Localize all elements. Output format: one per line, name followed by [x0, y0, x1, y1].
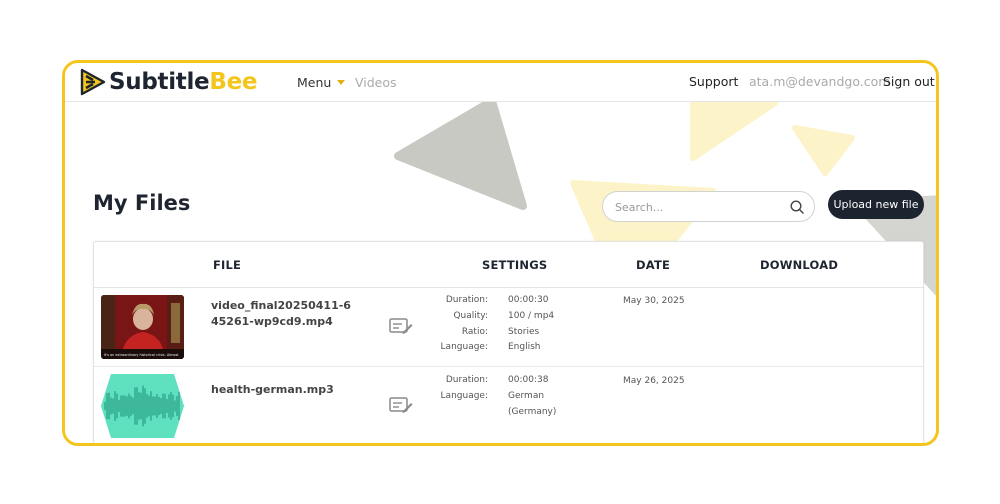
- setting-value: English: [508, 342, 541, 353]
- setting-label: Duration:: [445, 375, 488, 385]
- settings-values: 00:00:30 100 / mp4 Stories English: [508, 293, 588, 356]
- menu-label: Menu: [297, 75, 332, 90]
- setting-label: Language:: [440, 342, 488, 353]
- top-navbar: SubtitleBee Menu Videos Support ata.m@de…: [65, 63, 936, 102]
- settings-labels: Duration: Language:: [414, 373, 488, 405]
- setting-value: 00:00:30: [508, 295, 549, 305]
- thumbnail-caption: It's an extraordinary historical crisis.…: [104, 353, 179, 357]
- nav-support-link[interactable]: Support: [689, 74, 738, 89]
- logo-text-part1: Subtitle: [109, 69, 210, 95]
- menu-dropdown[interactable]: Menu: [297, 75, 346, 90]
- file-name[interactable]: health-german.mp3: [211, 382, 351, 398]
- upload-new-file-button[interactable]: Upload new file: [828, 190, 924, 219]
- edit-subtitle-icon[interactable]: [389, 396, 413, 414]
- settings-values: 00:00:38 German (Germany): [508, 373, 564, 420]
- table-row[interactable]: It's an extraordinary historical crisis.…: [94, 288, 923, 367]
- column-header-download: DOWNLOAD: [760, 258, 839, 272]
- audio-waveform-thumbnail[interactable]: [101, 374, 184, 438]
- setting-label: Language:: [440, 390, 488, 401]
- setting-label: Ratio:: [461, 326, 488, 337]
- settings-labels: Duration: Quality: Ratio: Language:: [414, 293, 488, 356]
- logo-text-part2: Bee: [209, 69, 258, 95]
- column-header-file: FILE: [213, 258, 242, 272]
- file-date: May 30, 2025: [623, 296, 685, 306]
- logo[interactable]: SubtitleBee: [80, 66, 258, 98]
- files-table: FILE SETTINGS DATE DOWNLOAD It's an extr…: [93, 241, 924, 443]
- video-thumbnail-image: It's an extraordinary historical crisis.…: [101, 295, 184, 359]
- video-thumbnail[interactable]: It's an extraordinary historical crisis.…: [101, 295, 184, 359]
- sign-out-link[interactable]: Sign out: [883, 74, 935, 89]
- search-icon[interactable]: [789, 199, 805, 215]
- setting-value: 100 / mp4: [508, 310, 555, 321]
- user-email-link[interactable]: ata.m@devandgo.com: [749, 74, 890, 89]
- edit-subtitle-icon[interactable]: [389, 317, 413, 335]
- column-header-settings: SETTINGS: [482, 258, 548, 272]
- setting-value: German (Germany): [508, 390, 557, 417]
- chevron-down-icon: [337, 80, 346, 85]
- bee-play-icon: [80, 68, 106, 96]
- table-header: FILE SETTINGS DATE DOWNLOAD: [94, 242, 923, 288]
- setting-label: Quality:: [453, 310, 488, 321]
- file-date: May 26, 2025: [623, 376, 685, 386]
- logo-text: SubtitleBee: [109, 69, 258, 95]
- app-window: SubtitleBee Menu Videos Support ata.m@de…: [62, 60, 939, 446]
- setting-value: Stories: [508, 326, 540, 337]
- page-title: My Files: [93, 191, 191, 215]
- setting-label: Duration:: [445, 295, 488, 305]
- search-input[interactable]: [615, 198, 785, 216]
- setting-value: 00:00:38: [508, 375, 549, 385]
- table-row[interactable]: health-german.mp3 Duration: Language: 00…: [94, 367, 923, 443]
- nav-videos-link[interactable]: Videos: [355, 75, 397, 90]
- column-header-date: DATE: [636, 258, 671, 272]
- waveform-icon: [101, 374, 184, 438]
- search-box[interactable]: [602, 191, 815, 222]
- file-name[interactable]: video_final20250411-645261-wp9cd9.mp4: [211, 298, 351, 330]
